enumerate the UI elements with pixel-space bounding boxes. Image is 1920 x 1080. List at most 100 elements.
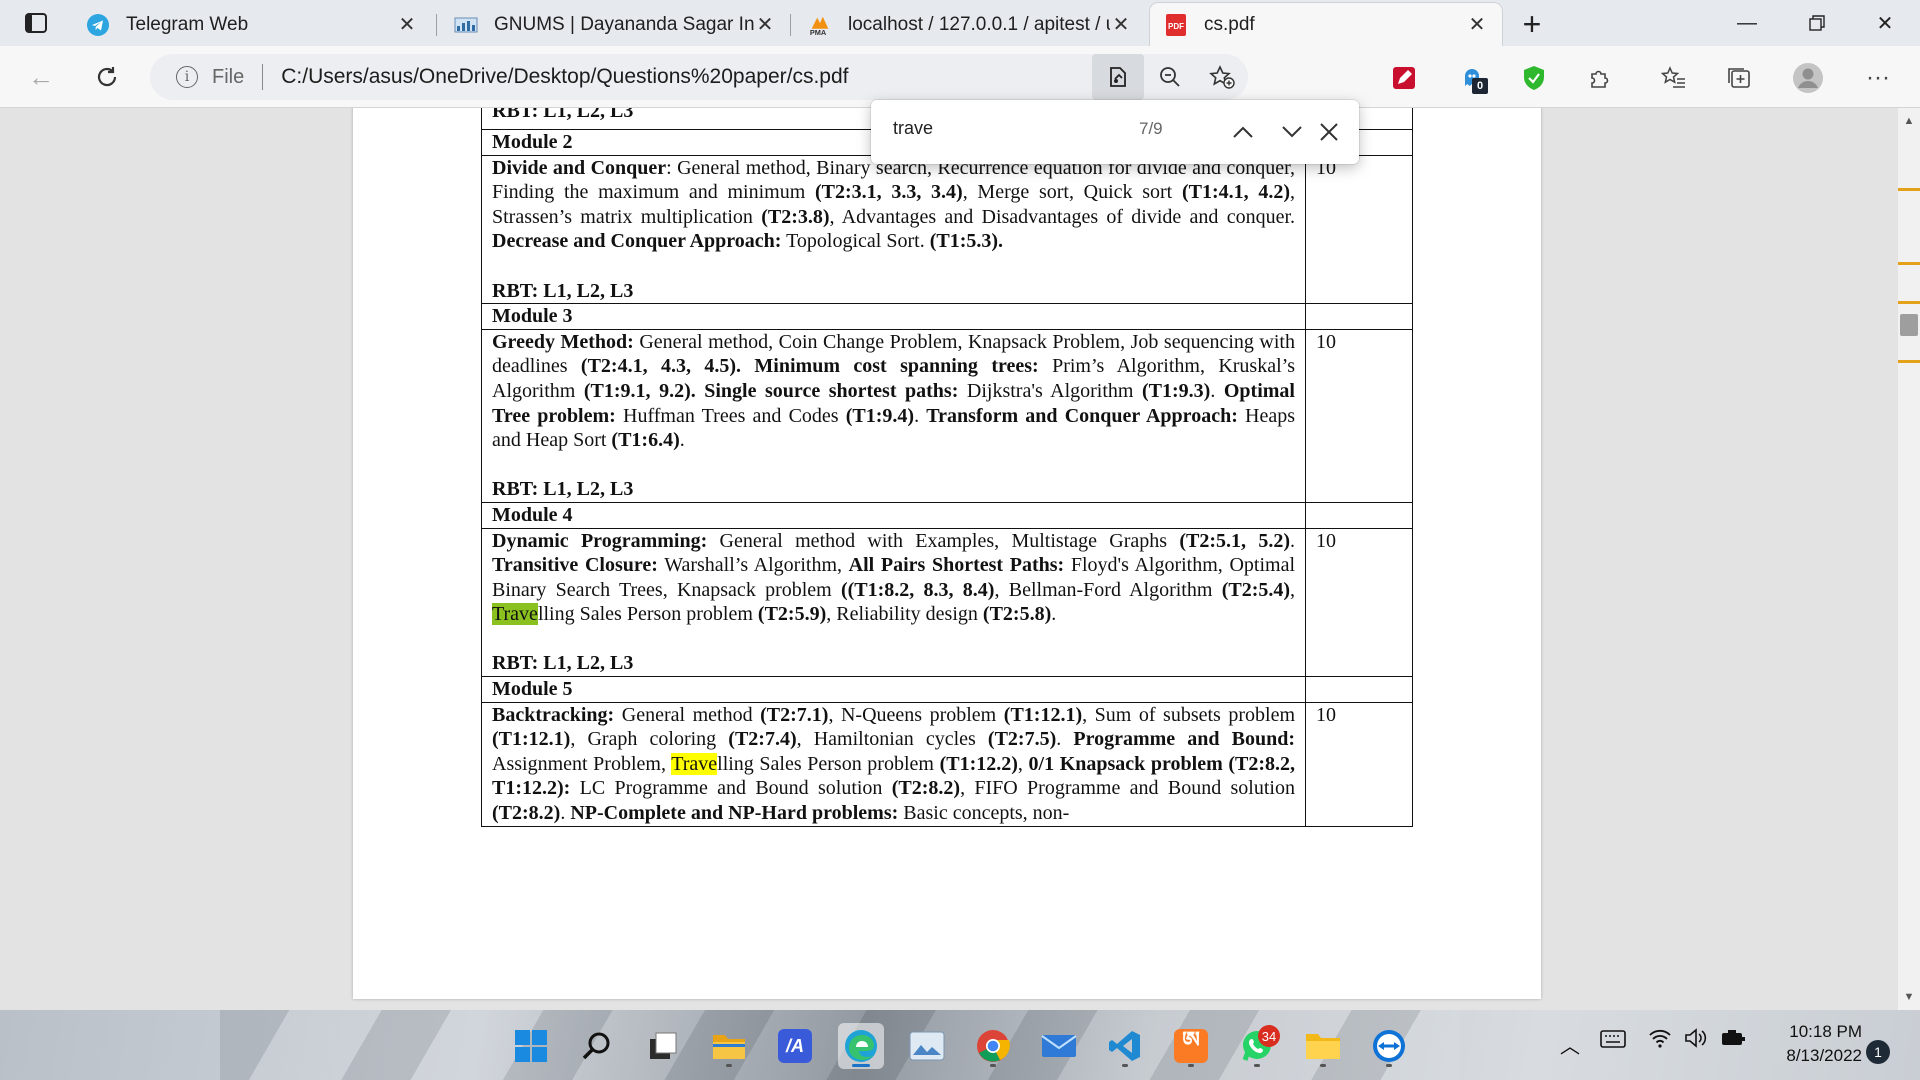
plus-icon: + xyxy=(1522,5,1542,42)
body-text: . xyxy=(1210,379,1224,402)
extension-pdf-annotator[interactable] xyxy=(1384,58,1424,98)
restore-button[interactable] xyxy=(1782,0,1852,46)
volume-icon[interactable] xyxy=(1684,1028,1708,1054)
vertical-scrollbar[interactable]: ▲ ▼ xyxy=(1898,108,1920,1010)
body-text: lling Sales Person problem xyxy=(537,603,758,626)
visual-assist-button[interactable]: /A xyxy=(772,1023,818,1069)
extension-shield[interactable] xyxy=(1514,58,1554,98)
caret-up-icon: ▲ xyxy=(1903,115,1915,127)
search-button[interactable] xyxy=(574,1023,620,1069)
back-button[interactable]: ← xyxy=(20,56,62,98)
close-icon[interactable]: ✕ xyxy=(396,14,418,36)
minimize-icon: — xyxy=(1737,11,1757,34)
bold-text: (T1:4.1, 4.2) xyxy=(1181,181,1290,204)
url-text[interactable]: C:/Users/asus/OneDrive/Desktop/Questions… xyxy=(281,65,848,89)
tab-gnums[interactable]: GNUMS | Dayananda Sagar Instit ✕ xyxy=(440,3,790,46)
system-clock[interactable]: 10:18 PM 8/13/2022 xyxy=(1760,1020,1862,1068)
tab-actions-button[interactable] xyxy=(14,8,58,38)
find-input[interactable]: trave xyxy=(893,118,933,139)
tab-phpmyadmin[interactable]: PMA localhost / 127.0.0.1 / apitest / us… xyxy=(794,3,1146,46)
module-title: Module 4 xyxy=(481,501,1306,529)
bold-text: Transitive Closure: xyxy=(492,554,658,577)
extension-counter[interactable]: 0 xyxy=(1452,58,1492,98)
read-aloud-button[interactable] xyxy=(1092,54,1144,100)
body-text: . xyxy=(679,429,685,452)
body-text: , Merge sort, Quick sort xyxy=(962,181,1182,204)
chrome-button[interactable] xyxy=(970,1023,1016,1069)
body-text: Basic concepts, non- xyxy=(898,802,1070,825)
close-find-button[interactable] xyxy=(1311,114,1347,150)
xampp-button[interactable]: ཨ xyxy=(1168,1023,1214,1069)
running-indicator xyxy=(1188,1064,1194,1067)
close-icon[interactable]: ✕ xyxy=(1110,14,1132,36)
telegram-icon xyxy=(86,13,110,37)
start-button[interactable] xyxy=(508,1023,554,1069)
notification-badge[interactable]: 1 xyxy=(1866,1040,1890,1064)
next-match-button[interactable] xyxy=(1274,114,1310,150)
scroll-up-button[interactable]: ▲ xyxy=(1898,110,1920,132)
mail-button[interactable] xyxy=(1036,1023,1082,1069)
task-view-button[interactable] xyxy=(640,1023,686,1069)
minimize-button[interactable]: — xyxy=(1712,0,1782,46)
settings-more-button[interactable]: ··· xyxy=(1858,58,1898,98)
tab-title: Telegram Web xyxy=(126,13,249,35)
photos-icon xyxy=(909,1031,945,1061)
address-bar[interactable]: i File C:/Users/asus/OneDrive/Desktop/Qu… xyxy=(150,54,1248,100)
search-icon xyxy=(582,1032,610,1060)
tab-telegram[interactable]: Telegram Web ✕ xyxy=(72,3,432,46)
restore-icon xyxy=(1809,15,1825,31)
bold-text: (T2:5.4) xyxy=(1221,578,1291,601)
whatsapp-button[interactable]: 34 xyxy=(1234,1023,1280,1069)
vscode-button[interactable] xyxy=(1102,1023,1148,1069)
module-hours: 10 xyxy=(1305,154,1413,305)
add-favorite-button[interactable] xyxy=(1196,54,1248,100)
refresh-icon xyxy=(97,67,117,87)
mail-icon xyxy=(1041,1035,1077,1057)
photos-button[interactable] xyxy=(904,1023,950,1069)
file-explorer-icon xyxy=(713,1035,745,1059)
bold-text: Programme and Bound: xyxy=(1073,728,1296,751)
teamviewer-button[interactable] xyxy=(1366,1023,1412,1069)
module-hours: 10 xyxy=(1305,701,1413,827)
table-row: Backtracking: General method (T2:7.1), N… xyxy=(481,701,1413,827)
find-match-count: 7/9 xyxy=(1139,119,1163,138)
battery-icon[interactable] xyxy=(1720,1028,1748,1054)
site-info-button[interactable]: i File xyxy=(176,66,244,89)
clock-time: 10:18 PM xyxy=(1789,1022,1862,1041)
close-window-button[interactable]: ✕ xyxy=(1850,0,1920,46)
rbt-label: RBT: L1, L2, L3 xyxy=(492,652,634,675)
collections-button[interactable] xyxy=(1720,58,1760,98)
zoom-out-button[interactable] xyxy=(1144,54,1196,100)
syllabus-table: RBT: L1, L2, L3 Module 2 Divide and Conq… xyxy=(481,108,1413,827)
close-icon[interactable]: ✕ xyxy=(754,14,776,36)
bold-text: Transform and Conquer Approach: xyxy=(926,404,1238,427)
previous-match-button[interactable] xyxy=(1225,114,1261,150)
refresh-button[interactable] xyxy=(86,56,128,98)
tab-separator xyxy=(436,14,437,36)
profile-button[interactable] xyxy=(1788,58,1828,98)
new-tab-button[interactable]: + xyxy=(1510,6,1554,42)
edge-taskbar-button[interactable] xyxy=(838,1023,884,1069)
favorites-button[interactable] xyxy=(1654,58,1694,98)
tab-cs-pdf[interactable]: PDF cs.pdf ✕ xyxy=(1150,3,1502,46)
extensions-button[interactable] xyxy=(1580,58,1620,98)
scroll-down-button[interactable]: ▼ xyxy=(1898,986,1920,1008)
scroll-thumb[interactable] xyxy=(1900,314,1918,336)
body-text: , xyxy=(1017,752,1029,775)
caret-down-icon: ▼ xyxy=(1903,991,1915,1003)
pdf-viewer[interactable]: RBT: L1, L2, L3 Module 2 Divide and Conq… xyxy=(0,108,1898,1010)
folder-icon xyxy=(1306,1034,1340,1059)
teamviewer-icon xyxy=(1373,1030,1405,1062)
find-bar: trave 7/9 xyxy=(871,100,1359,164)
show-hidden-icons-button[interactable]: ︿ xyxy=(1560,1030,1580,1059)
tab-title: localhost / 127.0.0.1 / apitest / us xyxy=(848,13,1110,35)
keyboard-icon[interactable] xyxy=(1600,1030,1626,1054)
module-text: Divide and Conquer: General method, Bina… xyxy=(492,156,1295,254)
empty-cell xyxy=(1305,303,1413,330)
close-icon[interactable]: ✕ xyxy=(1466,14,1488,36)
file-explorer-button[interactable] xyxy=(706,1023,752,1069)
wifi-icon[interactable] xyxy=(1648,1028,1672,1054)
body-text: , Bellman-Ford Algorithm xyxy=(994,578,1222,601)
folder-button[interactable] xyxy=(1300,1023,1346,1069)
bold-text: Greedy Method: xyxy=(492,330,634,353)
